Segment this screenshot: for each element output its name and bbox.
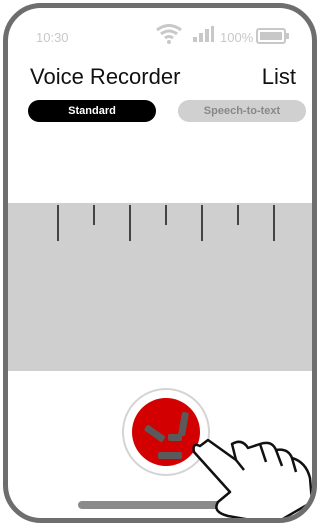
- battery-percent: 100%: [220, 30, 254, 45]
- wifi-icon: [156, 24, 182, 49]
- waveform-area: [8, 203, 312, 371]
- timeline-ruler: [57, 205, 275, 241]
- list-link[interactable]: List: [262, 64, 296, 90]
- tab-speech-to-text[interactable]: Speech-to-text: [178, 100, 306, 122]
- tap-hand-icon: [178, 418, 312, 518]
- phone-frame: 10:30 100% Voice Recorder List Standard …: [3, 3, 317, 523]
- status-bar: 10:30 100%: [8, 8, 312, 56]
- status-time: 10:30: [36, 30, 69, 45]
- battery-icon: [256, 28, 290, 49]
- cellular-signal-icon: [192, 25, 214, 48]
- tab-standard[interactable]: Standard: [28, 100, 156, 122]
- page-title: Voice Recorder: [30, 64, 181, 89]
